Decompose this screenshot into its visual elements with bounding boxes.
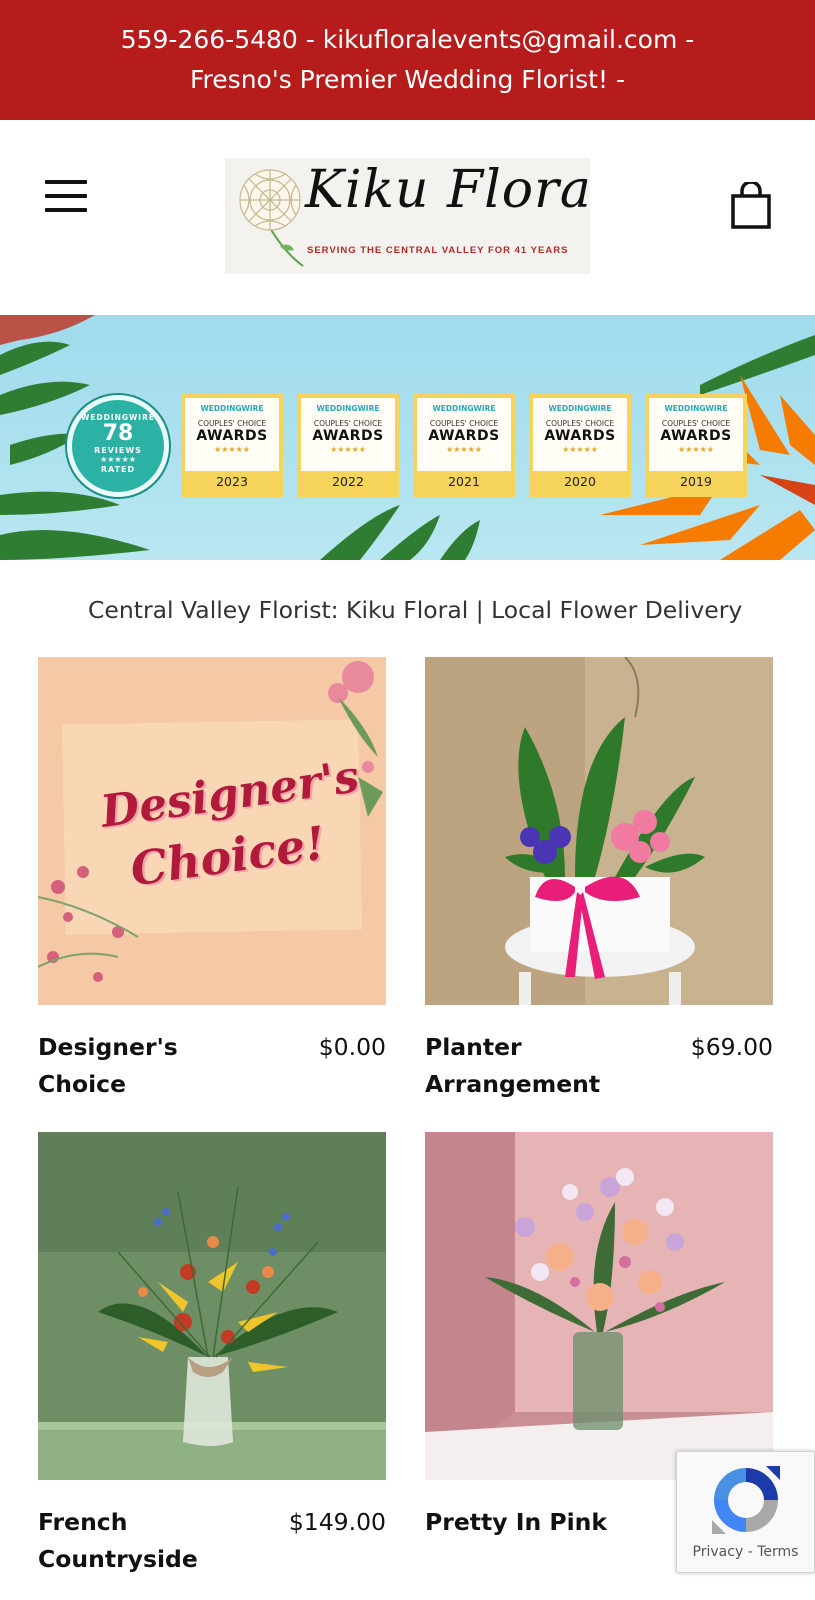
logo-wordmark: Kiku Floral <box>305 160 590 220</box>
award-brand: WEDDINGWIRE <box>548 404 612 413</box>
award-badge: WEDDINGWIRE COUPLES' CHOICE AWARDS ★★★★★… <box>181 394 283 497</box>
planter-arrangement-image <box>425 657 773 1005</box>
tagline-line: Fresno's Premier Wedding Florist! - <box>190 65 625 94</box>
award-stars: ★★★★★ <box>214 445 250 454</box>
award-brand: WEDDINGWIRE <box>200 404 264 413</box>
contact-line[interactable]: 559-266-5480 - kikufloralevents@gmail.co… <box>121 20 695 60</box>
product-name[interactable]: Pretty In Pink <box>425 1504 655 1541</box>
awards-banner: WEDDINGWIRE 78 REVIEWS ★★★★★ RATED WEDDI… <box>0 315 815 560</box>
terms-link[interactable]: Terms <box>757 1544 798 1560</box>
recaptcha-badge[interactable]: Privacy - Terms <box>676 1451 815 1573</box>
product-image[interactable]: Designer's Choice! <box>38 657 386 1005</box>
logo-tagline: SERVING THE CENTRAL VALLEY FOR 41 YEARS <box>307 245 569 256</box>
award-year: 2022 <box>301 471 395 493</box>
award-badge: WEDDINGWIRE COUPLES' CHOICE AWARDS ★★★★★… <box>645 394 747 497</box>
award-title: AWARDS <box>312 428 384 444</box>
reviews-label: REVIEWS <box>94 446 142 455</box>
award-stars: ★★★★★ <box>330 445 366 454</box>
product-name[interactable]: Designer's Choice <box>38 1029 268 1103</box>
award-stars: ★★★★★ <box>446 445 482 454</box>
link-separator: - <box>743 1544 758 1560</box>
reviews-count: 78 <box>102 421 134 446</box>
award-year: 2020 <box>533 471 627 493</box>
product-name[interactable]: French Countryside <box>38 1504 268 1578</box>
page-title: Central Valley Florist: Kiku Floral | Lo… <box>88 596 743 624</box>
pretty-in-pink-image <box>425 1132 773 1480</box>
award-title: AWARDS <box>544 428 616 444</box>
product-card[interactable]: French Countryside $149.00 <box>38 1132 386 1600</box>
product-price: $149.00 <box>288 1508 386 1536</box>
award-stars: ★★★★★ <box>678 445 714 454</box>
site-logo[interactable]: Kiku Floral SERVING THE CENTRAL VALLEY F… <box>225 158 590 274</box>
award-line: COUPLES' CHOICE <box>545 419 615 428</box>
french-countryside-image <box>38 1132 386 1480</box>
recaptcha-links: Privacy - Terms <box>677 1544 814 1560</box>
recaptcha-icon <box>712 1466 780 1534</box>
reviews-rated-badge[interactable]: WEDDINGWIRE 78 REVIEWS ★★★★★ RATED <box>67 395 169 497</box>
award-badge: WEDDINGWIRE COUPLES' CHOICE AWARDS ★★★★★… <box>529 394 631 497</box>
rating-stars: ★★★★★ <box>100 455 136 464</box>
award-line: COUPLES' CHOICE <box>429 419 499 428</box>
privacy-link[interactable]: Privacy <box>693 1544 744 1560</box>
product-price: $69.00 <box>690 1033 773 1061</box>
award-brand: WEDDINGWIRE <box>316 404 380 413</box>
shopping-bag-icon[interactable] <box>730 182 772 230</box>
rated-bottom-text: RATED <box>100 465 136 474</box>
award-line: COUPLES' CHOICE <box>197 419 267 428</box>
product-price: $0.00 <box>318 1033 386 1061</box>
award-brand: WEDDINGWIRE <box>664 404 728 413</box>
award-brand: WEDDINGWIRE <box>432 404 496 413</box>
product-name[interactable]: Planter Arrangement <box>425 1029 655 1103</box>
award-badge: WEDDINGWIRE COUPLES' CHOICE AWARDS ★★★★★… <box>297 394 399 497</box>
award-badge: WEDDINGWIRE COUPLES' CHOICE AWARDS ★★★★★… <box>413 394 515 497</box>
product-card[interactable]: Designer's Choice! Designer's Choice $0.… <box>38 657 386 1098</box>
product-image[interactable] <box>425 1132 773 1480</box>
award-title: AWARDS <box>196 428 268 444</box>
award-year: 2021 <box>417 471 511 493</box>
award-year: 2019 <box>649 471 743 493</box>
hamburger-menu-icon[interactable] <box>45 180 89 212</box>
award-title: AWARDS <box>660 428 732 444</box>
product-card[interactable]: Planter Arrangement $69.00 <box>425 657 773 1098</box>
announcement-bar: 559-266-5480 - kikufloralevents@gmail.co… <box>0 0 815 120</box>
product-image[interactable] <box>425 657 773 1005</box>
product-image[interactable] <box>38 1132 386 1480</box>
site-header: Kiku Floral SERVING THE CENTRAL VALLEY F… <box>0 120 815 315</box>
award-year: 2023 <box>185 471 279 493</box>
award-line: COUPLES' CHOICE <box>661 419 731 428</box>
award-title: AWARDS <box>428 428 500 444</box>
award-stars: ★★★★★ <box>562 445 598 454</box>
award-line: COUPLES' CHOICE <box>313 419 383 428</box>
